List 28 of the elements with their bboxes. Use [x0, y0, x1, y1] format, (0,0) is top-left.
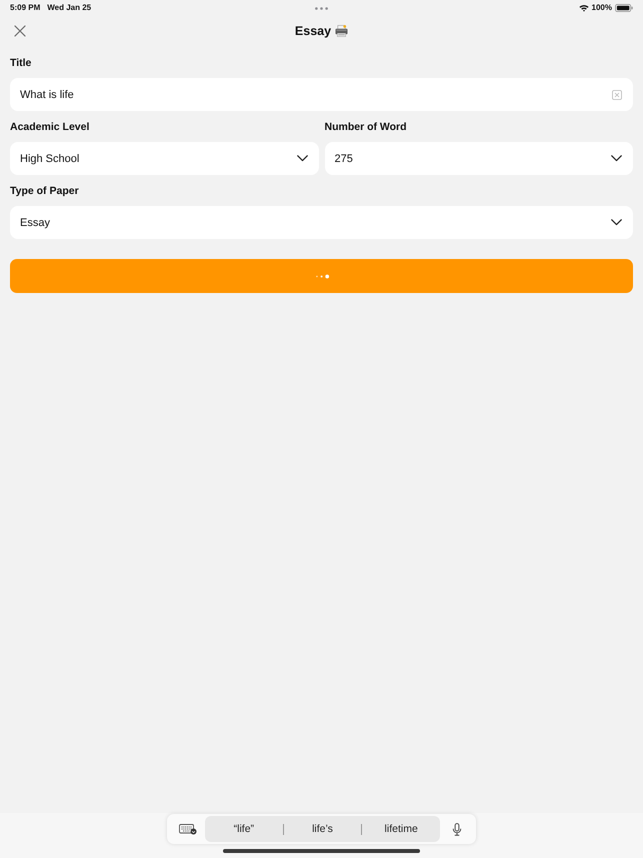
- dropdown-field[interactable]: Essay: [10, 206, 633, 239]
- page-title: Essay: [294, 24, 332, 38]
- clear-icon[interactable]: [612, 90, 622, 100]
- field-label: Title: [10, 56, 32, 70]
- field-label: Academic Level: [10, 120, 90, 134]
- printer-icon: [335, 25, 348, 37]
- status-time: 5:09 PM: [10, 3, 40, 13]
- field-label: Type of Paper: [10, 184, 79, 198]
- battery-percent: 100%: [592, 3, 612, 13]
- keyboard-icon[interactable]: [179, 824, 197, 834]
- close-icon: [14, 25, 26, 37]
- text-input-field[interactable]: What is life: [10, 78, 633, 111]
- microphone-icon[interactable]: [452, 822, 462, 836]
- chevron-down-icon: [611, 219, 622, 226]
- dropdown-field[interactable]: 275: [324, 142, 633, 175]
- more-dots-icon[interactable]: [315, 6, 328, 10]
- loading-indicator-icon: [316, 274, 330, 278]
- status-date: Wed Jan 25: [47, 3, 92, 13]
- field-label: Number of Word: [324, 120, 407, 134]
- suggestion-button[interactable]: “life”: [205, 819, 283, 839]
- chevron-down-icon: [296, 155, 308, 162]
- suggestion-button[interactable]: lifetime: [362, 819, 440, 839]
- battery-icon: [615, 4, 633, 12]
- dropdown-field[interactable]: High School: [10, 142, 318, 175]
- suggestion-button[interactable]: life’s: [284, 819, 362, 839]
- chevron-down-icon: [611, 155, 622, 162]
- close-button[interactable]: [13, 24, 27, 38]
- wifi-icon: [578, 4, 589, 12]
